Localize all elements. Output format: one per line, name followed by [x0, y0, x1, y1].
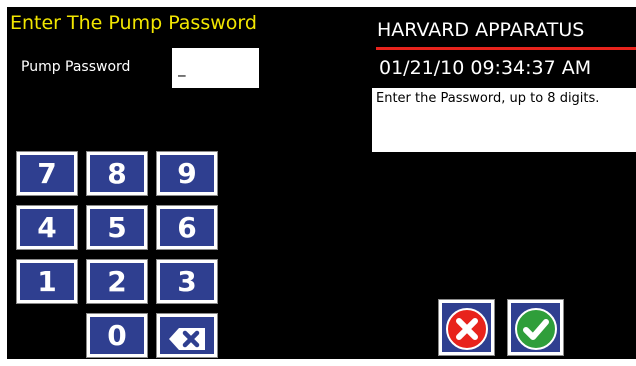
cancel-x-icon: [445, 308, 488, 350]
key-3[interactable]: 3: [156, 259, 218, 304]
key-9[interactable]: 9: [156, 151, 218, 196]
confirm-button[interactable]: [507, 299, 564, 356]
date-time-display: 01/21/10 09:34:37 AM: [379, 57, 592, 79]
key-0[interactable]: 0: [86, 313, 148, 358]
confirm-check-icon: [514, 308, 557, 350]
key-6[interactable]: 6: [156, 205, 218, 250]
password-label: Pump Password: [21, 59, 131, 75]
instruction-message: Enter the Password, up to 8 digits.: [372, 88, 636, 152]
key-2[interactable]: 2: [86, 259, 148, 304]
password-input[interactable]: [172, 48, 259, 88]
backspace-button[interactable]: [156, 313, 218, 358]
main-panel: Enter The Pump Password Pump Password HA…: [7, 7, 636, 359]
cancel-button[interactable]: [438, 299, 495, 356]
key-1[interactable]: 1: [16, 259, 78, 304]
brand-name: HARVARD APPARATUS: [377, 19, 585, 41]
key-4[interactable]: 4: [16, 205, 78, 250]
key-5[interactable]: 5: [86, 205, 148, 250]
brand-divider: [376, 47, 636, 50]
backspace-icon: [169, 328, 205, 350]
screen-title: Enter The Pump Password: [10, 12, 257, 34]
key-7[interactable]: 7: [16, 151, 78, 196]
key-8[interactable]: 8: [86, 151, 148, 196]
pump-password-screen: Enter The Pump Password Pump Password HA…: [0, 0, 636, 366]
